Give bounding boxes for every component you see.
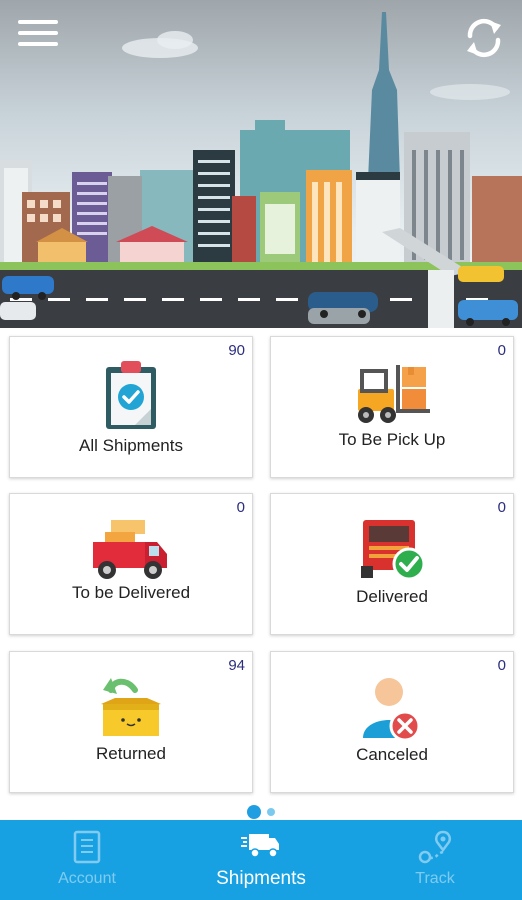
forklift-icon [358, 365, 430, 423]
delivery-truck-icon [93, 520, 167, 579]
card-label: Delivered [356, 587, 428, 606]
refresh-icon [467, 18, 501, 58]
route-pin-icon [418, 830, 451, 864]
header-banner [0, 0, 522, 328]
truck-icon [241, 834, 279, 858]
count-badge: 0 [497, 342, 506, 359]
app-screen: 90 All Shipments 0 To Be Pick Up 0 To be… [0, 0, 522, 900]
nav-label: Track [415, 870, 455, 887]
nav-label: Shipments [216, 868, 306, 889]
card-canceled[interactable]: 0 Canceled [270, 651, 514, 793]
page-indicator [0, 803, 522, 821]
card-label: To Be Pick Up [338, 430, 446, 449]
document-icon [73, 830, 101, 864]
hamburger-menu-icon [18, 20, 58, 24]
nav-label: Account [58, 870, 116, 887]
return-box-icon [101, 678, 161, 736]
card-all-shipments[interactable]: 90 All Shipments [9, 336, 253, 478]
card-label: Returned [96, 744, 166, 763]
count-badge: 0 [497, 499, 506, 516]
page-dot[interactable] [267, 807, 275, 816]
truck-check-icon [361, 520, 426, 581]
card-label: All Shipments [79, 436, 183, 455]
nav-shipments[interactable]: Shipments [174, 820, 348, 900]
menu-button[interactable] [18, 20, 58, 54]
card-to-be-delivered[interactable]: 0 To be Delivered [9, 493, 253, 635]
count-badge: 0 [497, 657, 506, 674]
nav-track[interactable]: Track [348, 820, 522, 900]
user-cancel-icon [363, 678, 421, 742]
card-label: To be Delivered [71, 583, 191, 602]
refresh-button[interactable] [460, 14, 508, 62]
count-badge: 94 [228, 657, 245, 674]
card-to-be-pick-up[interactable]: 0 To Be Pick Up [270, 336, 514, 478]
clipboard-check-icon [106, 361, 156, 429]
card-returned[interactable]: 94 Returned [9, 651, 253, 793]
page-dot-active[interactable] [247, 804, 261, 819]
count-badge: 90 [228, 342, 245, 359]
nav-account[interactable]: Account [0, 820, 174, 900]
count-badge: 0 [236, 499, 245, 516]
city-skyline-illustration [0, 12, 522, 328]
card-delivered[interactable]: 0 Delivered [270, 493, 514, 635]
card-label: Canceled [356, 745, 428, 764]
bottom-navigation: Account Shipments Track [0, 820, 522, 900]
